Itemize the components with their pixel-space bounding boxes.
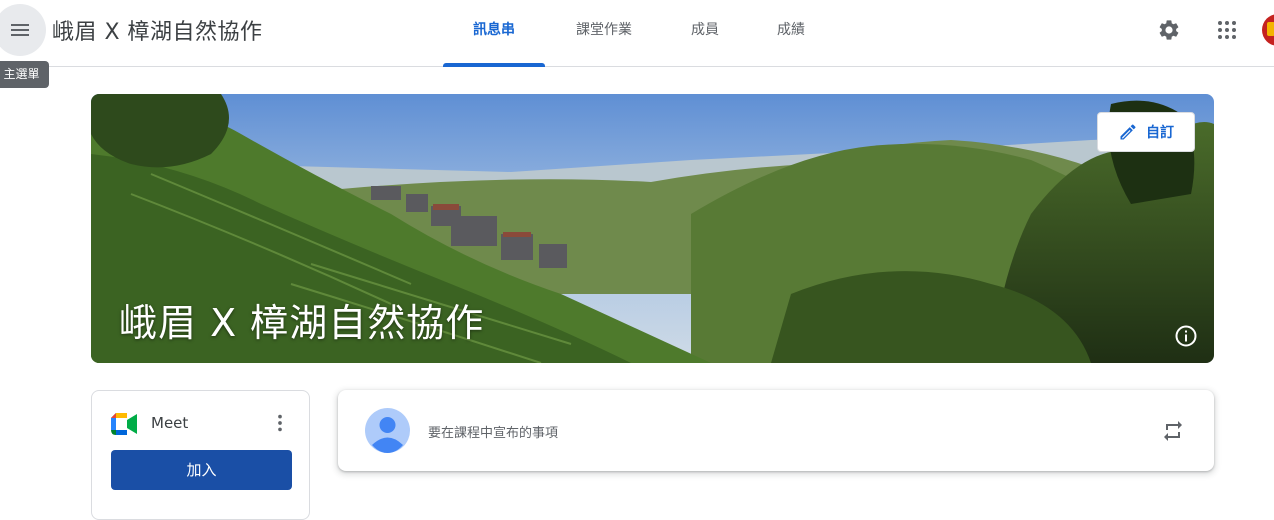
tab-grades-label: 成績 (777, 22, 805, 38)
tab-stream[interactable]: 訊息串 (443, 0, 545, 67)
menu-icon (11, 24, 29, 36)
gear-icon (1159, 20, 1179, 40)
class-settings-button[interactable] (1149, 10, 1189, 50)
account-avatar[interactable] (1262, 14, 1274, 46)
top-app-bar: 峨眉 X 樟湖自然協作 訊息串 課堂作業 成員 成績 (0, 0, 1274, 67)
pencil-icon (1120, 124, 1136, 140)
tab-classwork[interactable]: 課堂作業 (555, 0, 653, 66)
repost-icon (1164, 421, 1182, 441)
more-vert-icon (278, 414, 282, 432)
main-menu-button[interactable] (0, 4, 46, 56)
user-avatar-icon (365, 408, 410, 453)
class-title[interactable]: 峨眉 X 樟湖自然協作 (52, 14, 263, 46)
google-apps-button[interactable] (1207, 10, 1247, 50)
active-tab-indicator (443, 63, 545, 67)
banner-class-title: 峨眉 X 樟湖自然協作 (119, 301, 485, 345)
announcement-placeholder[interactable]: 要在課程中宣布的事項 (428, 422, 558, 441)
tab-grades[interactable]: 成績 (761, 0, 821, 66)
meet-more-button[interactable] (268, 411, 292, 435)
tab-people[interactable]: 成員 (675, 0, 735, 66)
customize-label: 自訂 (1146, 125, 1174, 141)
info-icon (1175, 325, 1197, 347)
announcement-composer[interactable]: 要在課程中宣布的事項 (338, 390, 1214, 471)
tab-people-label: 成員 (691, 22, 719, 38)
meet-logo-icon (111, 413, 137, 435)
class-info-button[interactable] (1173, 323, 1199, 349)
tab-classwork-label: 課堂作業 (576, 22, 632, 38)
meet-join-button[interactable]: 加入 (111, 450, 292, 490)
apps-grid-icon (1218, 21, 1236, 39)
class-banner: 峨眉 X 樟湖自然協作 自訂 (91, 94, 1214, 363)
meet-label: Meet (151, 414, 189, 432)
reuse-post-button[interactable] (1158, 416, 1188, 446)
tab-stream-label: 訊息串 (473, 22, 515, 38)
menu-tooltip: 主選單 (0, 61, 49, 88)
customize-button[interactable]: 自訂 (1097, 112, 1195, 152)
